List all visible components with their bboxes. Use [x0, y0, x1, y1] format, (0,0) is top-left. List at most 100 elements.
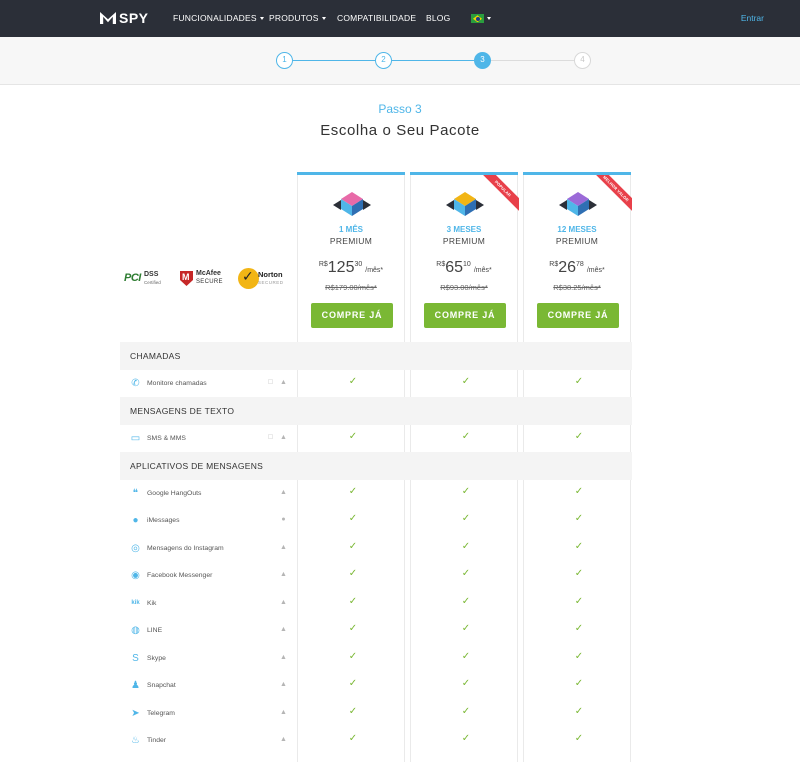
- step-label: Passo 3: [378, 102, 422, 116]
- included-check-icon: ✓: [574, 595, 584, 607]
- android-icon: ▲: [280, 433, 287, 441]
- plan-price: R$2678/mês*: [524, 259, 630, 277]
- feature-label: Skype: [147, 654, 166, 662]
- step-3-active: 3: [474, 52, 491, 69]
- android-icon: ▲: [280, 708, 287, 716]
- snapchat-icon: ♟: [131, 680, 140, 691]
- included-check-icon: ✓: [461, 650, 471, 662]
- nav-label: PRODUTOS: [269, 13, 319, 23]
- plan-duration: 12 MESES: [557, 225, 597, 234]
- caret-down-icon: [487, 17, 491, 21]
- step-2[interactable]: 2: [375, 52, 392, 69]
- feature-label: LINE: [147, 627, 163, 634]
- logo-m-icon: [100, 12, 116, 24]
- norton-check-icon: [238, 268, 259, 289]
- included-check-icon: ✓: [461, 623, 471, 634]
- plan-cube-icon: [333, 192, 371, 216]
- step-1[interactable]: 1: [276, 52, 293, 69]
- mcafee-subtext: SECURE: [196, 279, 223, 285]
- included-check-icon: ✓: [461, 375, 471, 387]
- imessage-icon: ●: [132, 515, 139, 526]
- included-check-icon: ✓: [348, 650, 358, 662]
- included-check-icon: ✓: [461, 733, 471, 744]
- plan-price: R$12530/mês*: [298, 259, 404, 277]
- included-check-icon: ✓: [461, 485, 471, 497]
- feature-section-header: APLICATIVOS DE MENSAGENS: [120, 452, 632, 480]
- step-4: 4: [574, 52, 591, 69]
- mspy-logo[interactable]: SPY: [100, 10, 149, 26]
- price-currency: R$: [318, 261, 328, 268]
- included-check-icon: ✓: [574, 513, 584, 524]
- android-icon: ▲: [280, 488, 287, 496]
- included-check-icon: ✓: [461, 678, 471, 689]
- language-selector[interactable]: [471, 13, 491, 24]
- included-check-icon: ✓: [348, 678, 358, 689]
- telegram-icon: ➤: [131, 707, 140, 719]
- old-price: R$93.00/mês*: [440, 283, 488, 292]
- price-currency: R$: [549, 261, 559, 268]
- mcafee-text: McAfee: [196, 270, 221, 277]
- feature-row: ✆ Monitore chamadas  ▲ ✓ ✓ ✓: [120, 370, 632, 398]
- included-check-icon: ✓: [574, 430, 584, 442]
- nav-compatibilidade[interactable]: COMPATIBILIDADE: [337, 13, 416, 23]
- step-connector: [293, 60, 375, 61]
- feature-row: ◉ Facebook Messenger ▲ ✓ ✓ ✓: [120, 562, 632, 590]
- checkout-steps: 1 2 3 4: [0, 37, 800, 85]
- included-check-icon: ✓: [574, 540, 584, 552]
- logo-text: SPY: [119, 10, 149, 26]
- included-check-icon: ✓: [574, 733, 584, 744]
- feature-label: Snapchat: [147, 682, 176, 689]
- top-navbar: SPY FUNCIONALIDADES PRODUTOS COMPATIBILI…: [0, 0, 800, 37]
- included-check-icon: ✓: [461, 595, 471, 607]
- buy-now-button[interactable]: COMPRE JÁ: [424, 303, 506, 328]
- plan-duration: 1 MÊS: [338, 225, 363, 234]
- sms-icon: ▭: [130, 432, 141, 444]
- line-icon: ◍: [131, 625, 140, 636]
- feature-label: Monitore chamadas: [147, 379, 207, 387]
- feature-row: ▭ SMS & MMS  ▲ ✓ ✓ ✓: [120, 425, 632, 453]
- section-label: APLICATIVOS DE MENSAGENS: [130, 461, 264, 471]
- login-link[interactable]: Entrar: [741, 13, 764, 23]
- android-icon: ▲: [280, 571, 287, 578]
- included-check-icon: ✓: [461, 513, 471, 524]
- feature-row: ♟ Snapchat ▲ ✓ ✓ ✓: [120, 672, 632, 700]
- phone-icon: ✆: [131, 377, 140, 389]
- plan-name: PREMIUM: [329, 236, 373, 246]
- section-label: MENSAGENS DE TEXTO: [130, 406, 235, 416]
- android-icon: ▲: [280, 681, 287, 688]
- price-integer: 125: [327, 259, 355, 276]
- included-check-icon: ✓: [461, 540, 471, 552]
- trust-badges: PCI DSS Certified McAfee SECURE Norton S…: [122, 268, 292, 290]
- pci-logo-icon: PCI: [124, 272, 141, 284]
- feature-row: ◍ LINE ▲ ✓ ✓ ✓: [120, 617, 632, 645]
- buy-now-button[interactable]: COMPRE JÁ: [537, 303, 619, 328]
- included-check-icon: ✓: [348, 623, 358, 634]
- feature-section-header: MENSAGENS DE TEXTO: [120, 397, 632, 425]
- mcafee-badge: McAfee SECURE: [180, 270, 226, 288]
- apple-icon: : [267, 379, 274, 387]
- included-check-icon: ✓: [574, 705, 584, 717]
- included-check-icon: ✓: [574, 485, 584, 497]
- price-period: /mês*: [473, 267, 492, 274]
- buy-now-button[interactable]: COMPRE JÁ: [311, 303, 393, 328]
- feature-label: SMS & MMS: [147, 434, 186, 442]
- feature-label: Telegram: [147, 709, 175, 717]
- price-integer: 65: [445, 259, 464, 276]
- price-cents: 78: [576, 261, 584, 268]
- included-check-icon: ✓: [574, 650, 584, 662]
- android-icon: ▲: [280, 598, 287, 606]
- nav-blog[interactable]: BLOG: [426, 13, 450, 23]
- android-icon: ▲: [280, 543, 287, 551]
- nav-produtos[interactable]: PRODUTOS: [269, 13, 326, 23]
- tinder-icon: ♨: [131, 735, 140, 746]
- nav-funcionalidades[interactable]: FUNCIONALIDADES: [173, 13, 264, 23]
- plan-name: PREMIUM: [442, 236, 486, 246]
- apple-icon: ●: [281, 516, 286, 523]
- messenger-icon: ◉: [131, 570, 140, 581]
- caret-down-icon: [321, 17, 326, 21]
- feature-row: ◎ Mensagens do Instagram ▲ ✓ ✓ ✓: [120, 535, 632, 563]
- page-title: Escolha o Seu Pacote: [320, 122, 480, 139]
- included-check-icon: ✓: [348, 513, 358, 524]
- norton-subtext: SECURED: [258, 280, 284, 285]
- feature-label: Kik: [147, 599, 157, 607]
